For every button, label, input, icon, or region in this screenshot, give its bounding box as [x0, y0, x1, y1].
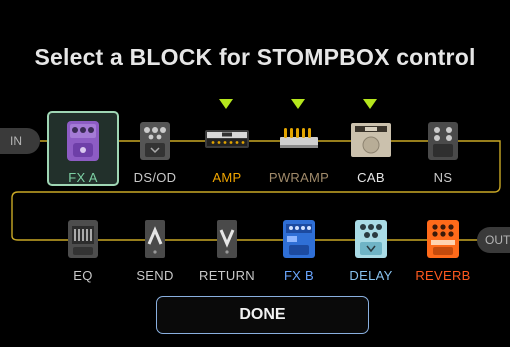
cabinet-icon — [351, 123, 391, 157]
noise-suppressor-pedal-icon — [428, 122, 458, 160]
purple-pedal-icon — [67, 121, 99, 161]
overdrive-pedal-icon — [140, 122, 170, 160]
signal-input-label: IN — [0, 128, 40, 154]
reverb-pedal-icon — [427, 220, 459, 258]
stompbox-available-indicator — [363, 99, 377, 109]
signal-output-label: OUT — [477, 227, 510, 253]
done-button[interactable]: DONE — [156, 296, 369, 334]
block-label: REVERB — [415, 268, 471, 283]
stompbox-selection-screen: Select a BLOCK for STOMPBOX control IN O… — [0, 0, 510, 347]
send-icon — [145, 220, 165, 258]
power-amp-icon — [280, 128, 318, 148]
return-icon — [217, 220, 237, 258]
block-label: NS — [433, 170, 453, 185]
amp-head-icon — [205, 130, 249, 148]
stompbox-available-indicator — [291, 99, 305, 109]
block-ns[interactable]: NS — [412, 119, 474, 191]
block-reverb[interactable]: REVERB — [412, 217, 474, 289]
blue-pedal-icon — [283, 220, 315, 258]
eq-pedal-icon — [68, 220, 98, 258]
stompbox-available-indicator — [219, 99, 233, 109]
delay-pedal-icon — [355, 220, 387, 258]
